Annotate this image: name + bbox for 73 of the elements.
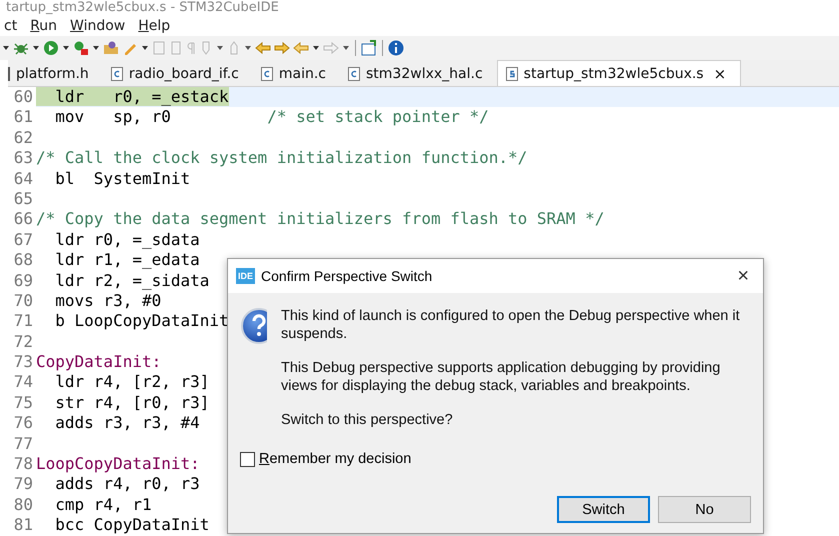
editor-tab[interactable]: stm32wlxx_hal.c <box>340 61 497 86</box>
line-number: 76 <box>12 413 34 434</box>
code-text: cmp r4, r1 <box>54 494 152 514</box>
open-perspective-icon[interactable] <box>361 40 377 56</box>
code-text: bl SystemInit <box>54 168 190 188</box>
line-number: 78 <box>12 454 34 474</box>
line-number: 70 <box>12 290 34 312</box>
code-text: ldr r2, =_sidata <box>54 270 210 290</box>
remember-checkbox[interactable]: Remember my decision <box>240 451 751 467</box>
dialog-message: This kind of launch is configured to open the Debug perspective when it suspends. <box>281 307 741 343</box>
dialog-button[interactable]: No <box>658 496 751 523</box>
line-number: 79 <box>12 474 34 495</box>
c-file-icon <box>348 66 360 80</box>
line-number: 63 <box>12 148 34 169</box>
menu-item[interactable]: Help <box>138 18 170 34</box>
code-comment: /* set stack pointer */ <box>267 107 489 126</box>
line-number: 69 <box>12 270 34 291</box>
menu-item[interactable]: ct <box>4 18 18 34</box>
line-number: 64 <box>12 168 34 189</box>
code-text: str r4, [r0, r3] <box>54 392 210 412</box>
info-icon[interactable] <box>388 40 404 56</box>
line-number: 72 <box>12 332 34 352</box>
code-text: mov sp, r0 <box>54 107 172 126</box>
dialog-message: Switch to this perspective? <box>281 411 454 429</box>
line-number: 65 <box>12 188 34 210</box>
right-arrow-icon[interactable] <box>274 41 290 55</box>
line-number: 60 <box>12 87 34 108</box>
line-number: 73 <box>12 352 34 372</box>
editor-tab[interactable]: radio_board_if.c <box>102 61 253 86</box>
line-number: 75 <box>12 392 34 414</box>
line-number: 62 <box>12 128 34 148</box>
code-text: ldr r0, =_sdata <box>54 230 200 249</box>
code-label: CopyDataInit: <box>36 352 162 372</box>
line-number: 81 <box>12 515 34 536</box>
folder-icon[interactable] <box>103 40 119 56</box>
code-text: ldr r1, =_edata <box>54 250 200 270</box>
run-icon[interactable] <box>43 40 59 56</box>
close-button[interactable]: × <box>731 264 755 288</box>
editor-tab[interactable]: main.c <box>252 61 340 86</box>
editor-tab[interactable]: platform.h <box>8 61 103 86</box>
code-text: adds r3, r3, #4 <box>54 413 200 432</box>
dialog-title: Confirm Perspective Switch <box>261 268 434 284</box>
code-text: bcc CopyDataInit <box>54 515 210 534</box>
window-title: tartup_stm32wle5cbux.s - STM32CubeIDE <box>5 0 280 16</box>
code-text: b LoopCopyDataInit <box>54 311 229 330</box>
line-number: 80 <box>12 494 34 516</box>
menu-item[interactable]: Run <box>30 18 58 34</box>
dialog-button[interactable]: Switch <box>557 496 650 523</box>
line-number: 66 <box>12 209 34 230</box>
dialog-message: This Debug perspective supports application debugging by providing views for displaying the debug stack, variables and breakpoints. <box>281 359 722 395</box>
close-tab-button[interactable]: × <box>714 64 726 82</box>
line-number: 67 <box>12 230 34 250</box>
left-arrow-icon[interactable] <box>255 41 271 55</box>
line-number: 71 <box>12 311 34 332</box>
line-number: 74 <box>12 372 34 393</box>
code-text: ldr r0, =_estack <box>36 87 229 106</box>
code-comment: /* Copy the data segment initializers from flash to SRAM */ <box>36 209 604 228</box>
c-file-icon <box>110 66 123 80</box>
app-icon: IDE <box>236 268 256 284</box>
line-number: 68 <box>12 250 34 271</box>
external-tools-icon[interactable] <box>73 40 89 56</box>
c-file-icon <box>260 66 273 80</box>
line-number: 61 <box>12 107 34 128</box>
code-text: movs r3, #0 <box>54 290 162 310</box>
code-text: ldr r4, [r2, r3] <box>54 372 210 392</box>
line-number: 77 <box>12 434 34 454</box>
code-text: adds r4, r0, r3 <box>54 474 200 494</box>
editor-tab[interactable]: startup_stm32wle5cbux.s × <box>496 60 742 86</box>
s-file-icon <box>506 66 518 80</box>
question-icon <box>240 307 267 345</box>
menu-item[interactable]: Window <box>70 18 126 34</box>
code-label: LoopCopyDataInit: <box>36 454 200 474</box>
code-comment: /* Call the clock system initialization function.*/ <box>36 148 528 168</box>
